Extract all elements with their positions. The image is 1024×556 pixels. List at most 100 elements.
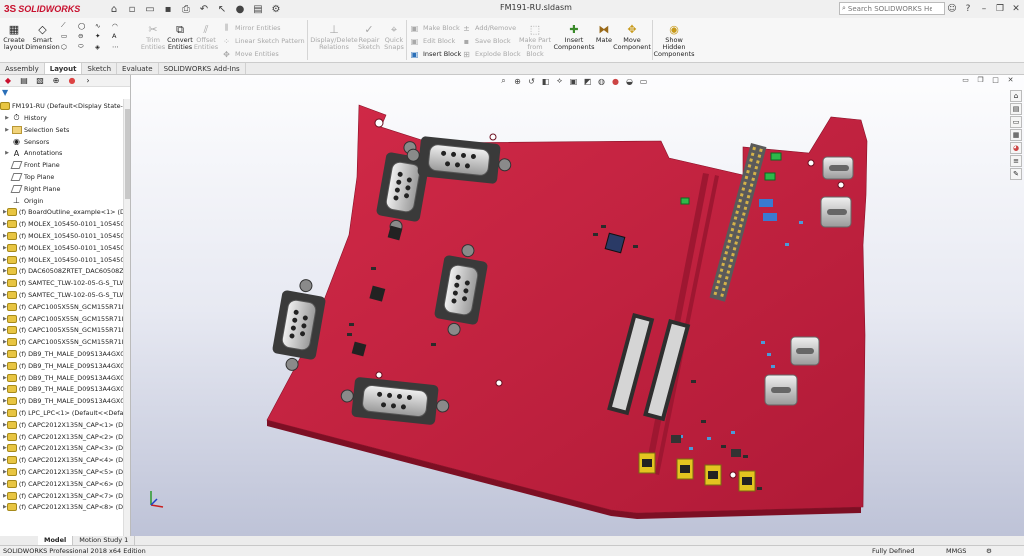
print-icon[interactable]: ⎙ <box>178 2 194 16</box>
panel-forward-icon[interactable]: › <box>82 76 94 86</box>
tree-item[interactable]: ▶ (f) BoardOutline_example<1> (Def <box>0 206 124 218</box>
move-entities-button[interactable]: ✥ Move Entities <box>221 49 279 59</box>
view-settings-icon[interactable]: ▭ <box>638 76 649 86</box>
undo-icon[interactable]: ↶ <box>196 2 212 16</box>
tree-item[interactable]: Top Plane <box>0 171 124 183</box>
tree-item[interactable]: ▶ (f) CAPC2012X135N_CAP<7> (Def <box>0 490 124 502</box>
feature-tree-tab-icon[interactable]: ◆ <box>2 76 14 86</box>
units-text[interactable]: MMGS <box>946 547 966 555</box>
linear-sketch-pattern-button[interactable]: ⁘ Linear Sketch Pattern <box>221 36 304 46</box>
zoom-to-area-icon[interactable]: ⊕ <box>512 76 523 86</box>
usb-c-connector[interactable] <box>764 374 798 406</box>
tree-item[interactable]: ▶ (f) DB9_TH_MALE_D09S13A4GX00L <box>0 383 124 395</box>
circle-icon[interactable]: ◯ <box>78 21 95 30</box>
tree-item[interactable]: ▶ (f) MOLEX_105450-0101_105450-01 <box>0 230 124 242</box>
viewport-close-icon[interactable]: ✕ <box>1005 75 1016 85</box>
tree-scrollbar[interactable] <box>123 99 130 539</box>
tree-item[interactable]: ▶ (f) CAPC2012X135N_CAP<4> (Def <box>0 454 124 466</box>
trim-entities-button[interactable]: ✂ Trim Entities <box>140 22 166 51</box>
view-orientation-icon[interactable]: ▣ <box>568 76 579 86</box>
spline-icon[interactable]: ∿ <box>95 21 112 30</box>
tree-item[interactable]: ▶ Selection Sets <box>0 124 124 136</box>
expand-arrow-icon[interactable]: ▶ <box>3 150 11 156</box>
restore-icon[interactable]: ❐ <box>992 0 1008 18</box>
show-hidden-components-button[interactable]: ◉ Show Hidden Components <box>653 22 694 58</box>
display-manager-tab-icon[interactable]: ● <box>66 76 78 86</box>
quick-snaps-button[interactable]: ⌖ Quick Snaps <box>383 22 405 51</box>
tree-item[interactable]: ▶ (f) MOLEX_105450-0101_105450-01 <box>0 242 124 254</box>
select-icon[interactable]: ↖ <box>214 2 230 16</box>
offset-entities-button[interactable]: ⫽ Offset Entities <box>193 22 219 51</box>
previous-view-icon[interactable]: ↺ <box>526 76 537 86</box>
dynamic-annotation-icon[interactable]: ⟡ <box>554 76 565 86</box>
tree-item[interactable]: Right Plane <box>0 183 124 195</box>
tree-item[interactable]: ▶ (f) DB9_TH_MALE_D09S13A4GX00L <box>0 395 124 407</box>
property-manager-tab-icon[interactable]: ▤ <box>18 76 30 86</box>
viewport-restore-icon[interactable]: ❐ <box>975 75 986 85</box>
tree-item[interactable]: ▶ (f) CAPC2012X135N_CAP<8> (Def <box>0 501 124 513</box>
usb-c-connector[interactable] <box>790 336 820 366</box>
save-icon[interactable]: ▪ <box>160 2 176 16</box>
viewport-maximize-icon[interactable]: □ <box>990 75 1001 85</box>
tree-item[interactable]: ⊥ Origin <box>0 195 124 207</box>
minimize-icon[interactable]: – <box>976 0 992 18</box>
slot-icon[interactable]: ⊖ <box>78 32 95 40</box>
viewport-minimize-icon[interactable]: ▭ <box>960 75 971 85</box>
help-search-input[interactable] <box>847 4 932 13</box>
move-component-button[interactable]: ✥ Move Component <box>613 22 651 51</box>
repair-sketch-button[interactable]: ✓ Repair Sketch <box>357 22 381 51</box>
tab-evaluate[interactable]: Evaluate <box>117 63 159 74</box>
display-delete-relations-button[interactable]: ⊥ Display/Delete Relations <box>310 22 358 51</box>
tree-item[interactable]: Front Plane <box>0 159 124 171</box>
rectangle-icon[interactable]: ▭ <box>61 32 78 40</box>
centerline-icon[interactable]: ⋯ <box>112 42 129 51</box>
apply-scene-icon[interactable]: ◒ <box>624 76 635 86</box>
edit-appearance-icon[interactable]: ● <box>610 76 621 86</box>
custom-properties-icon[interactable]: ≡ <box>1010 155 1022 167</box>
expand-arrow-icon[interactable]: ▶ <box>3 127 11 133</box>
view-palette-icon[interactable]: ▦ <box>1010 129 1022 141</box>
tree-item[interactable]: ▶ (f) CAPC2012X135N_CAP<6> (Def <box>0 478 124 490</box>
open-icon[interactable]: ▭ <box>142 2 158 16</box>
tree-item[interactable]: ▶ (f) CAPC2012X135N_CAP<5> (Def <box>0 466 124 478</box>
dimxpert-tab-icon[interactable]: ⊕ <box>50 76 62 86</box>
smart-dimension-button[interactable]: ◇ Smart Dimension <box>25 22 60 51</box>
save-block-button[interactable]: ▪ Save Block <box>461 36 511 46</box>
tree-item[interactable]: ▶ (f) CAPC2012X135N_CAP<1> (Def <box>0 419 124 431</box>
rebuild-icon[interactable]: ● <box>232 2 248 16</box>
new-document-icon[interactable]: ▫ <box>124 2 140 16</box>
tree-item[interactable]: ▶ (f) DB9_TH_MALE_D09S13A4GX00L <box>0 360 124 372</box>
hide-show-items-icon[interactable]: ◍ <box>596 76 607 86</box>
display-style-icon[interactable]: ◩ <box>582 76 593 86</box>
tree-item[interactable]: FM191-RU (Default<Display State-1>) <box>0 100 124 112</box>
status-gear-icon[interactable]: ⚙ <box>986 547 992 555</box>
appearances-icon[interactable]: ◕ <box>1010 142 1022 154</box>
edit-block-button[interactable]: ▣ Edit Block <box>409 36 456 46</box>
tree-item[interactable]: ▶ (f) SAMTEC_TLW-102-05-G-S_TLW <box>0 289 124 301</box>
home-icon[interactable]: ⌂ <box>106 2 122 16</box>
line-icon[interactable]: ⟋ <box>61 21 78 30</box>
tab-assembly[interactable]: Assembly <box>0 63 45 74</box>
text-icon[interactable]: A <box>112 32 129 40</box>
mate-button[interactable]: ⧓ Mate <box>594 22 614 44</box>
tab-motion-study[interactable]: Motion Study 1 <box>73 536 136 545</box>
add-remove-button[interactable]: ± Add/Remove <box>461 23 516 33</box>
arc-icon[interactable]: ◠ <box>112 21 129 30</box>
mirror-entities-button[interactable]: ⫼ Mirror Entities <box>221 23 281 33</box>
tree-item[interactable]: ▶ A Annotations <box>0 147 124 159</box>
tree-item[interactable]: ▶ (f) CAPC1005X55N_GCM155R71H1 <box>0 313 124 325</box>
tree-item[interactable]: ▶ (f) DB9_TH_MALE_D09S13A4GX00L <box>0 372 124 384</box>
options-gear-icon[interactable]: ⚙ <box>268 2 284 16</box>
tree-item[interactable]: ▶ (f) CAPC1005X55N_GCM155R71H1 <box>0 301 124 313</box>
usb-c-connector[interactable] <box>820 196 852 228</box>
forum-icon[interactable]: ✎ <box>1010 168 1022 180</box>
point-icon[interactable]: ✦ <box>95 32 112 40</box>
tab-model[interactable]: Model <box>38 536 74 545</box>
section-view-icon[interactable]: ◧ <box>540 76 551 86</box>
make-block-button[interactable]: ▣ Make Block <box>409 23 460 33</box>
make-part-from-block-button[interactable]: ⬚ Make Part from Block <box>518 22 552 58</box>
usb-c-connector[interactable] <box>822 156 854 180</box>
configuration-manager-tab-icon[interactable]: ▧ <box>34 76 46 86</box>
tree-item[interactable]: ▶ (f) CAPC1005X55N_GCM155R71H1 <box>0 324 124 336</box>
zoom-to-fit-icon[interactable]: ⌕ <box>498 76 509 86</box>
